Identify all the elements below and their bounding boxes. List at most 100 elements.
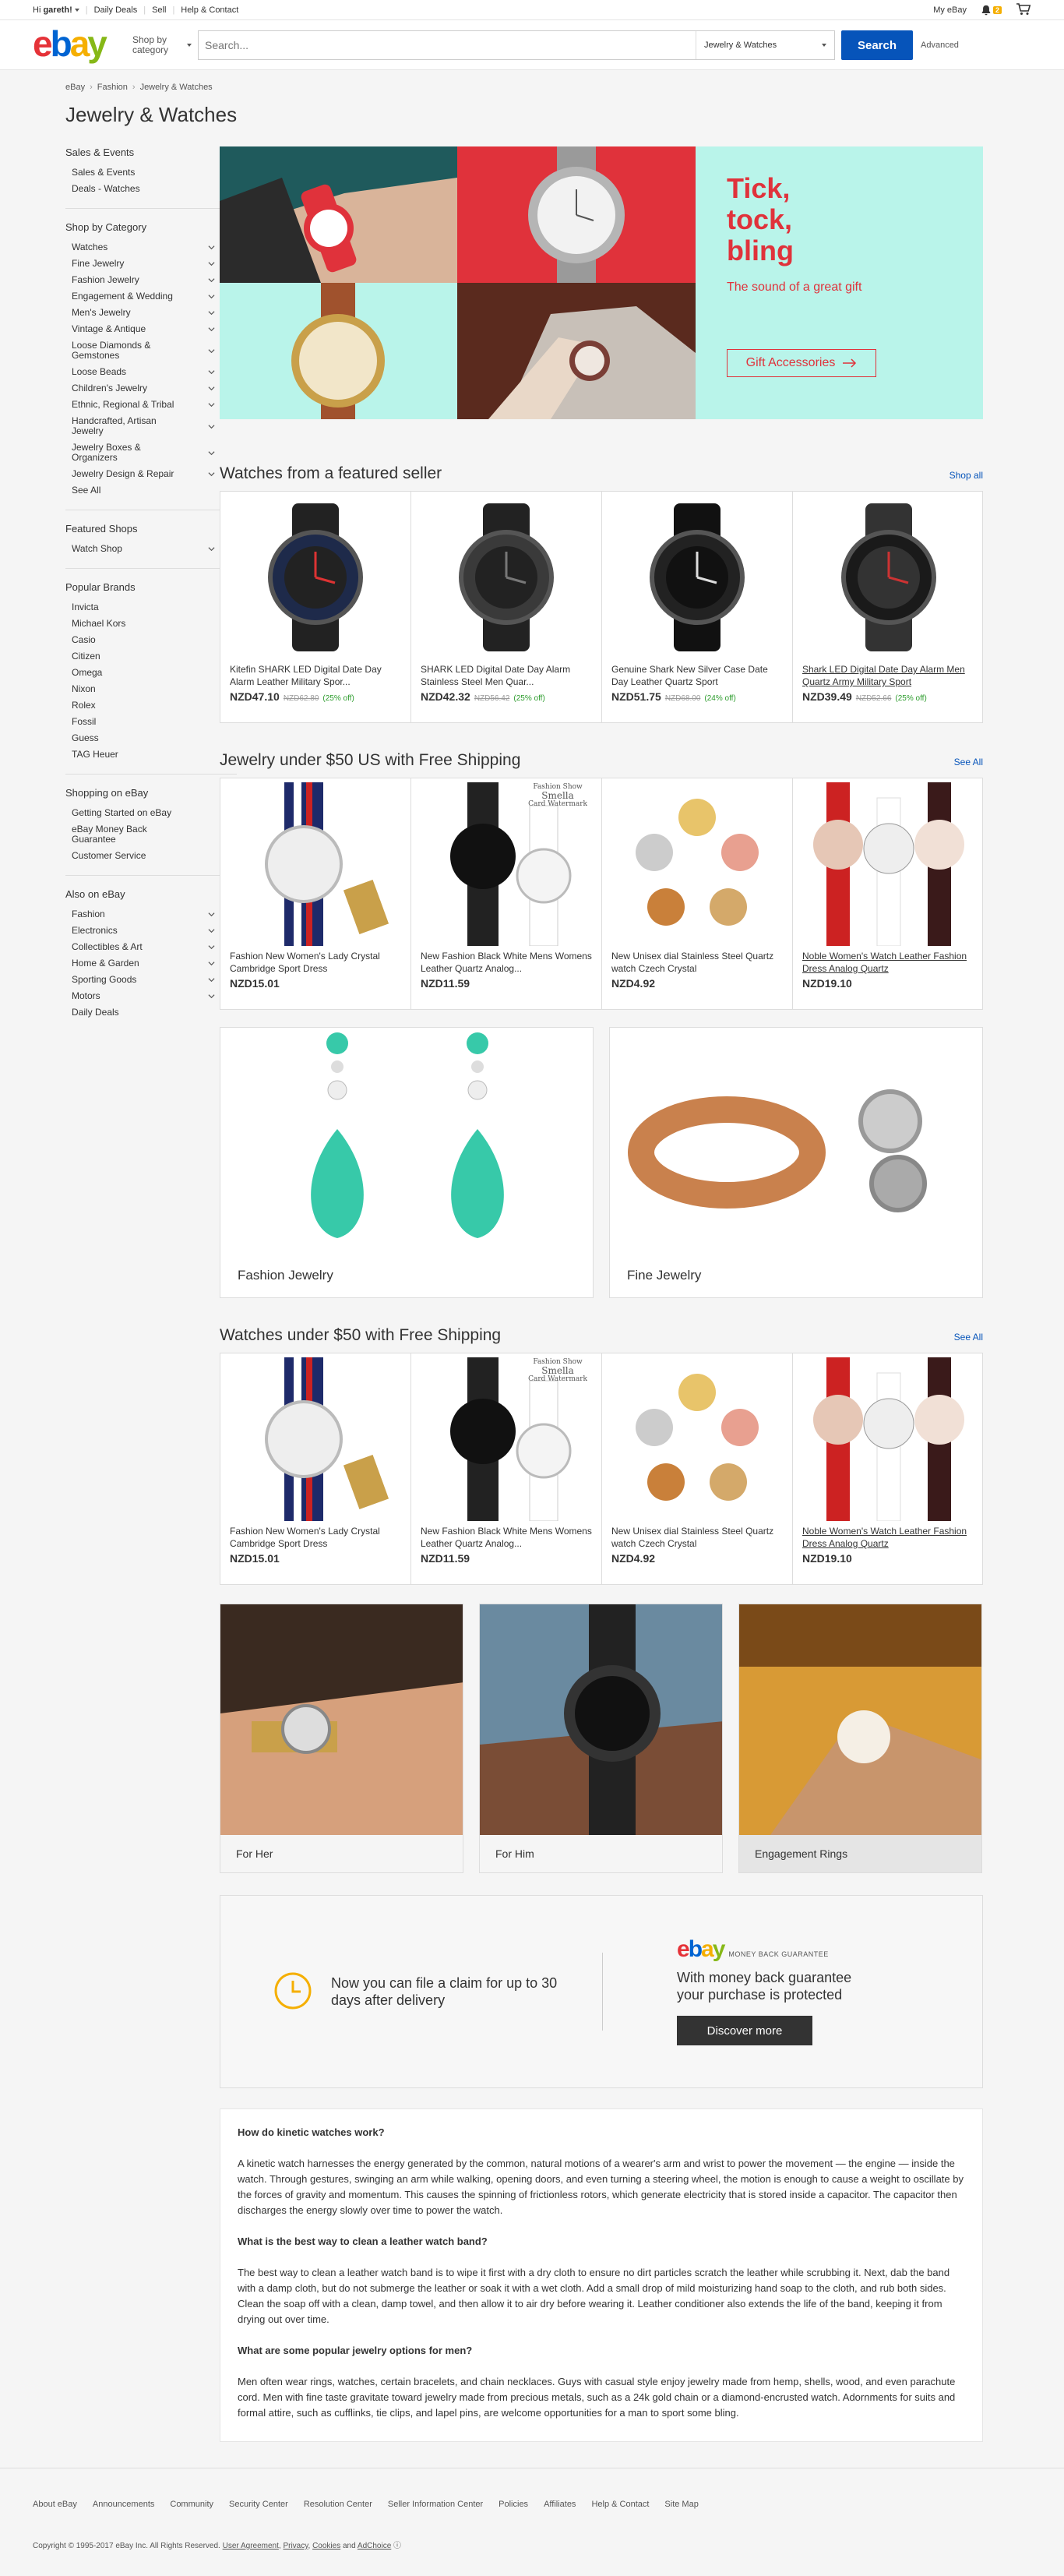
sidebar-item[interactable]: Children's Jewelry xyxy=(65,380,221,397)
sidebar-item[interactable]: Daily Deals xyxy=(65,1004,221,1021)
product-title[interactable]: Fashion New Women's Lady Crystal Cambrid… xyxy=(220,1525,410,1550)
product-card[interactable]: Genuine Shark New Silver Case Date Day L… xyxy=(602,492,793,722)
sidebar-item[interactable]: Customer Service xyxy=(65,848,221,864)
footer-link[interactable]: Affiliates xyxy=(544,2500,576,2509)
product-title[interactable]: Noble Women's Watch Leather Fashion Dres… xyxy=(793,950,984,975)
product-card[interactable]: New Unisex dial Stainless Steel Quartz w… xyxy=(602,1353,793,1584)
product-card[interactable]: New Fashion Black White Mens Womens Leat… xyxy=(411,778,602,1009)
sidebar-item[interactable]: Engagement & Wedding xyxy=(65,288,221,305)
product-card[interactable]: New Fashion Black White Mens Womens Leat… xyxy=(411,1353,602,1584)
shop-by-category-button[interactable]: Shop by category xyxy=(132,35,192,55)
product-title[interactable]: Kitefin SHARK LED Digital Date Day Alarm… xyxy=(220,663,410,688)
sidebar-item[interactable]: Loose Beads xyxy=(65,364,221,380)
sidebar-item[interactable]: Men's Jewelry xyxy=(65,305,221,321)
sidebar-item[interactable]: Motors xyxy=(65,988,221,1004)
sidebar-item[interactable]: Jewelry Design & Repair xyxy=(65,466,221,482)
discover-more-button[interactable]: Discover more xyxy=(677,2016,812,2045)
product-title[interactable]: Noble Women's Watch Leather Fashion Dres… xyxy=(793,1525,984,1550)
sidebar-item[interactable]: TAG Heuer xyxy=(65,746,221,763)
privacy-link[interactable]: Privacy xyxy=(283,2542,308,2550)
fashion-jewelry-tile[interactable]: Fashion Jewelry xyxy=(220,1027,594,1298)
sidebar-item[interactable]: Collectibles & Art xyxy=(65,939,221,955)
product-card[interactable]: Fashion New Women's Lady Crystal Cambrid… xyxy=(220,778,411,1009)
fine-jewelry-tile[interactable]: Fine Jewelry xyxy=(609,1027,983,1298)
gift-accessories-button[interactable]: Gift Accessories xyxy=(727,349,876,377)
footer-link[interactable]: Resolution Center xyxy=(304,2500,372,2509)
sidebar-item[interactable]: Jewelry Boxes & Organizers xyxy=(65,439,221,466)
cart-button[interactable] xyxy=(1016,2,1031,18)
search-category-select[interactable]: Jewelry & Watches xyxy=(696,31,834,59)
product-card[interactable]: SHARK LED Digital Date Day Alarm Stainle… xyxy=(411,492,602,722)
product-card[interactable]: Noble Women's Watch Leather Fashion Dres… xyxy=(793,1353,984,1584)
product-card[interactable]: New Unisex dial Stainless Steel Quartz w… xyxy=(602,778,793,1009)
user-greeting[interactable]: Hi gareth! xyxy=(33,5,79,15)
product-card[interactable]: Fashion New Women's Lady Crystal Cambrid… xyxy=(220,1353,411,1584)
sidebar-item[interactable]: Invicta xyxy=(65,599,221,616)
for-him-tile[interactable]: For Him xyxy=(479,1604,723,1873)
sidebar-item[interactable]: Michael Kors xyxy=(65,616,221,632)
sidebar-item[interactable]: Sales & Events xyxy=(65,164,221,181)
footer-link[interactable]: Community xyxy=(170,2500,213,2509)
product-title[interactable]: Shark LED Digital Date Day Alarm Men Qua… xyxy=(793,663,984,688)
sidebar-item[interactable]: Guess xyxy=(65,730,221,746)
sidebar-item[interactable]: eBay Money Back Guarantee xyxy=(65,821,221,848)
engagement-rings-tile[interactable]: Engagement Rings xyxy=(738,1604,982,1873)
product-card[interactable]: Noble Women's Watch Leather Fashion Dres… xyxy=(793,778,984,1009)
footer-link[interactable]: Policies xyxy=(499,2500,528,2509)
shop-all-link[interactable]: Shop all xyxy=(949,470,983,481)
user-agreement-link[interactable]: User Agreement xyxy=(223,2542,279,2550)
product-title[interactable]: Fashion New Women's Lady Crystal Cambrid… xyxy=(220,950,410,975)
hero-banner[interactable]: Tick, tock, bling The sound of a great g… xyxy=(220,146,983,419)
footer-link[interactable]: About eBay xyxy=(33,2500,77,2509)
sell-link[interactable]: Sell xyxy=(152,5,166,15)
help-contact-link[interactable]: Help & Contact xyxy=(181,5,238,15)
sidebar-item[interactable]: Home & Garden xyxy=(65,955,221,972)
sidebar-item[interactable]: Loose Diamonds & Gemstones xyxy=(65,337,221,364)
sidebar-item[interactable]: Omega xyxy=(65,665,221,681)
product-title[interactable]: Genuine Shark New Silver Case Date Day L… xyxy=(602,663,792,688)
sidebar-item[interactable]: Fine Jewelry xyxy=(65,256,221,272)
notifications-button[interactable]: 2 xyxy=(981,5,1002,16)
sidebar-item[interactable]: Electronics xyxy=(65,923,221,939)
sidebar-item[interactable]: Rolex xyxy=(65,697,221,714)
for-her-tile[interactable]: For Her xyxy=(220,1604,463,1873)
sidebar-item[interactable]: Citizen xyxy=(65,648,221,665)
product-title[interactable]: New Fashion Black White Mens Womens Leat… xyxy=(411,950,601,975)
product-card[interactable]: Shark LED Digital Date Day Alarm Men Qua… xyxy=(793,492,984,722)
sidebar-item[interactable]: Watch Shop xyxy=(65,541,221,557)
product-title[interactable]: New Unisex dial Stainless Steel Quartz w… xyxy=(602,1525,792,1550)
breadcrumb-fashion[interactable]: Fashion xyxy=(97,83,128,92)
search-button[interactable]: Search xyxy=(841,30,913,60)
daily-deals-link[interactable]: Daily Deals xyxy=(94,5,138,15)
product-title[interactable]: New Unisex dial Stainless Steel Quartz w… xyxy=(602,950,792,975)
product-title[interactable]: New Fashion Black White Mens Womens Leat… xyxy=(411,1525,601,1550)
sidebar-item[interactable]: Ethnic, Regional & Tribal xyxy=(65,397,221,413)
footer-link[interactable]: Security Center xyxy=(229,2500,288,2509)
see-all-link[interactable]: See All xyxy=(954,757,983,768)
sidebar-item[interactable]: Getting Started on eBay xyxy=(65,805,221,821)
sidebar-item[interactable]: Nixon xyxy=(65,681,221,697)
adchoice-link[interactable]: AdChoice xyxy=(358,2542,391,2550)
product-title[interactable]: SHARK LED Digital Date Day Alarm Stainle… xyxy=(411,663,601,688)
footer-link[interactable]: Site Map xyxy=(664,2500,698,2509)
sidebar-item[interactable]: Handcrafted, Artisan Jewelry xyxy=(65,413,221,439)
sidebar-item[interactable]: See All xyxy=(65,482,221,499)
my-ebay-link[interactable]: My eBay xyxy=(933,5,967,15)
see-all-link[interactable]: See All xyxy=(954,1332,983,1343)
sidebar-item[interactable]: Casio xyxy=(65,632,221,648)
product-card[interactable]: Kitefin SHARK LED Digital Date Day Alarm… xyxy=(220,492,411,722)
footer-link[interactable]: Announcements xyxy=(93,2500,155,2509)
sidebar-item[interactable]: Sporting Goods xyxy=(65,972,221,988)
footer-link[interactable]: Help & Contact xyxy=(591,2500,649,2509)
sidebar-item[interactable]: Fossil xyxy=(65,714,221,730)
search-input[interactable] xyxy=(199,31,696,59)
ebay-logo[interactable]: ebay xyxy=(33,26,126,62)
footer-link[interactable]: Seller Information Center xyxy=(388,2500,483,2509)
sidebar-item[interactable]: Watches xyxy=(65,239,221,256)
sidebar-item[interactable]: Fashion Jewelry xyxy=(65,272,221,288)
sidebar-item[interactable]: Deals - Watches xyxy=(65,181,221,197)
cookies-link[interactable]: Cookies xyxy=(312,2542,340,2550)
sidebar-item[interactable]: Vintage & Antique xyxy=(65,321,221,337)
sidebar-item[interactable]: Fashion xyxy=(65,906,221,923)
breadcrumb-ebay[interactable]: eBay xyxy=(65,83,85,92)
